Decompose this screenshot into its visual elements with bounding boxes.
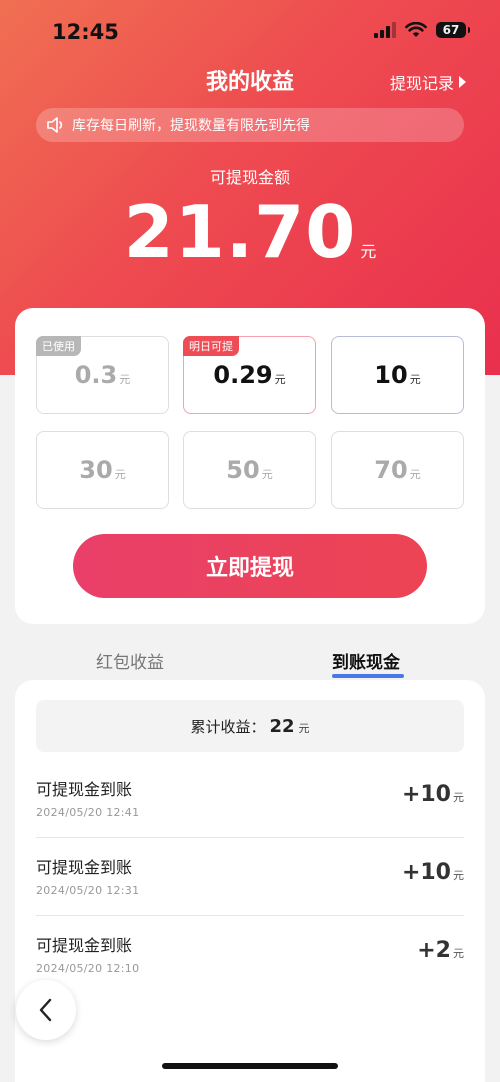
option-unit: 元 [409,373,421,386]
records-card: 累计收益： 22 元 可提现金到账 2024/05/20 12:41 +10 元… [15,680,485,1082]
battery-icon: 67 [436,22,470,38]
record-amount-value: +10 [401,782,451,807]
total-earnings-summary: 累计收益： 22 元 [36,700,464,752]
signal-icon [374,22,396,38]
record-title: 可提现金到账 [36,858,133,877]
record-amount-value: +10 [401,860,451,885]
record-amount: +10 元 [402,782,464,807]
withdraw-now-button[interactable]: 立即提现 [73,534,427,598]
notice-bar: 库存每日刷新，提现数量有限先到先得 [36,108,464,142]
option-unit: 元 [261,468,273,481]
record-amount-value: +2 [417,938,451,963]
status-icons: 67 [374,22,470,38]
used-badge: 已使用 [36,336,81,356]
active-tab-indicator [332,674,404,678]
battery-level: 67 [442,23,460,37]
summary-unit: 元 [298,722,310,735]
summary-value: 22 [269,715,295,737]
record-amount-unit: 元 [453,791,464,804]
option-value: 10 [374,361,408,389]
wifi-icon [405,22,427,38]
triangle-right-icon [459,76,466,88]
option-0-29[interactable]: 明日可提 0.29 元 [183,336,316,414]
home-indicator [162,1063,338,1069]
option-0-3[interactable]: 已使用 0.3 元 [36,336,169,414]
status-time: 12:45 [52,20,119,44]
record-amount-unit: 元 [453,947,464,960]
tab-red-packet-earnings[interactable]: 红包收益 [96,648,164,673]
option-30[interactable]: 30 元 [36,431,169,509]
option-value: 0.3 [74,361,118,389]
notice-text: 库存每日刷新，提现数量有限先到先得 [72,118,310,134]
balance-amount: 21.70 元 [0,190,500,274]
option-unit: 元 [274,373,286,386]
balance-label: 可提现金额 [209,168,290,187]
record-amount: +2 元 [417,938,464,963]
option-value: 70 [374,456,408,484]
record-time: 2024/05/20 12:31 [36,884,140,897]
option-50[interactable]: 50 元 [183,431,316,509]
withdraw-history-label: 提现记录 [389,74,454,93]
tab-received-cash[interactable]: 到账现金 [332,648,400,673]
back-button[interactable] [16,980,76,1040]
withdraw-card: 已使用 0.3 元 明日可提 0.29 元 10 元 30 元 50 元 70 … [15,308,485,624]
record-row: 可提现金到账 2024/05/20 12:10 +2 元 [36,916,464,994]
option-value: 0.29 [213,361,273,389]
record-time: 2024/05/20 12:10 [36,962,140,975]
record-title: 可提现金到账 [36,936,133,955]
option-unit: 元 [119,373,131,386]
record-row: 可提现金到账 2024/05/20 12:31 +10 元 [36,838,464,916]
record-time: 2024/05/20 12:41 [36,806,140,819]
tomorrow-badge: 明日可提 [183,336,239,356]
balance-unit: 元 [360,242,377,261]
option-unit: 元 [409,468,421,481]
record-row: 可提现金到账 2024/05/20 12:41 +10 元 [36,760,464,838]
balance-value: 21.70 [123,190,357,274]
record-amount: +10 元 [402,860,464,885]
summary-label: 累计收益： [190,717,266,736]
record-amount-unit: 元 [453,869,464,882]
record-title: 可提现金到账 [36,780,133,799]
option-10[interactable]: 10 元 [331,336,464,414]
option-value: 30 [79,456,113,484]
speaker-icon [47,117,63,133]
chevron-left-icon [39,998,52,1022]
option-unit: 元 [114,468,126,481]
option-70[interactable]: 70 元 [331,431,464,509]
option-value: 50 [226,456,260,484]
withdraw-history-link[interactable]: 提现记录 [390,70,466,94]
